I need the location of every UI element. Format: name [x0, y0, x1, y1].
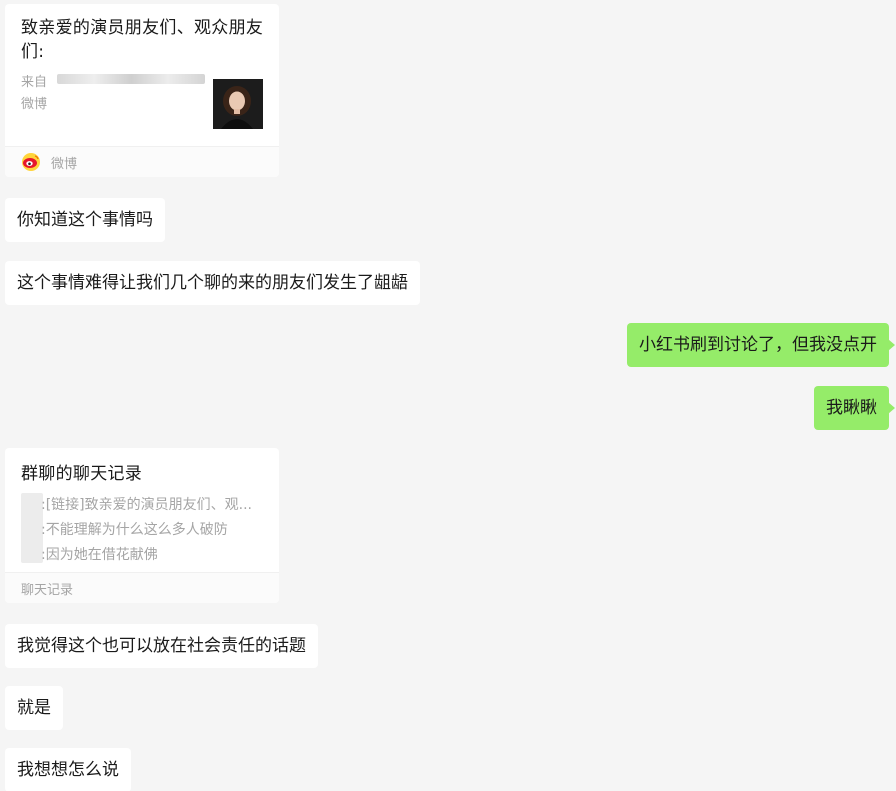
incoming-message[interactable]: 你知道这个事情吗 [5, 198, 165, 242]
incoming-message[interactable]: 就是 [5, 686, 63, 730]
chat-history-card[interactable]: 群聊的聊天记录 :[链接]致亲爱的演员朋友们、观... :不能理解为什么这么多人… [5, 448, 279, 603]
weibo-link-card[interactable]: 致亲爱的演员朋友们、观众朋友们: 来自 微博 微博 [5, 4, 279, 177]
outgoing-message[interactable]: 我瞅瞅 [814, 386, 895, 430]
outgoing-message[interactable]: 小红书刷到讨论了，但我没点开 [627, 323, 895, 367]
incoming-message[interactable]: 我觉得这个也可以放在社会责任的话题 [5, 624, 318, 668]
history-line: :因为她在借花献佛 [41, 547, 158, 563]
link-source: 来自 [21, 71, 47, 90]
chat-area[interactable]: 致亲爱的演员朋友们、观众朋友们: 来自 微博 微博 你知道这个事情吗 这个事情难… [0, 0, 896, 791]
link-card-footer: 微博 [5, 146, 279, 177]
history-card-title: 群聊的聊天记录 [21, 464, 143, 484]
incoming-message[interactable]: 这个事情难得让我们几个聊的来的朋友们发生了龃龉 [5, 261, 420, 305]
link-card-footer-label: 微博 [51, 157, 78, 172]
link-source-platform: 微博 [21, 97, 48, 112]
incoming-message[interactable]: 我想想怎么说 [5, 748, 131, 791]
link-thumbnail [213, 79, 263, 129]
history-line: :不能理解为什么这么多人破防 [41, 522, 228, 538]
history-card-footer-label: 聊天记录 [21, 583, 74, 598]
history-line: :[链接]致亲爱的演员朋友们、观... [41, 497, 252, 513]
redacted-sender [21, 493, 43, 563]
history-card-footer: 聊天记录 [5, 572, 279, 603]
redacted-username [57, 74, 205, 84]
link-card-title: 致亲爱的演员朋友们、观众朋友们: [21, 18, 264, 62]
link-source-prefix: 来自 [21, 75, 48, 90]
weibo-icon [21, 152, 41, 176]
